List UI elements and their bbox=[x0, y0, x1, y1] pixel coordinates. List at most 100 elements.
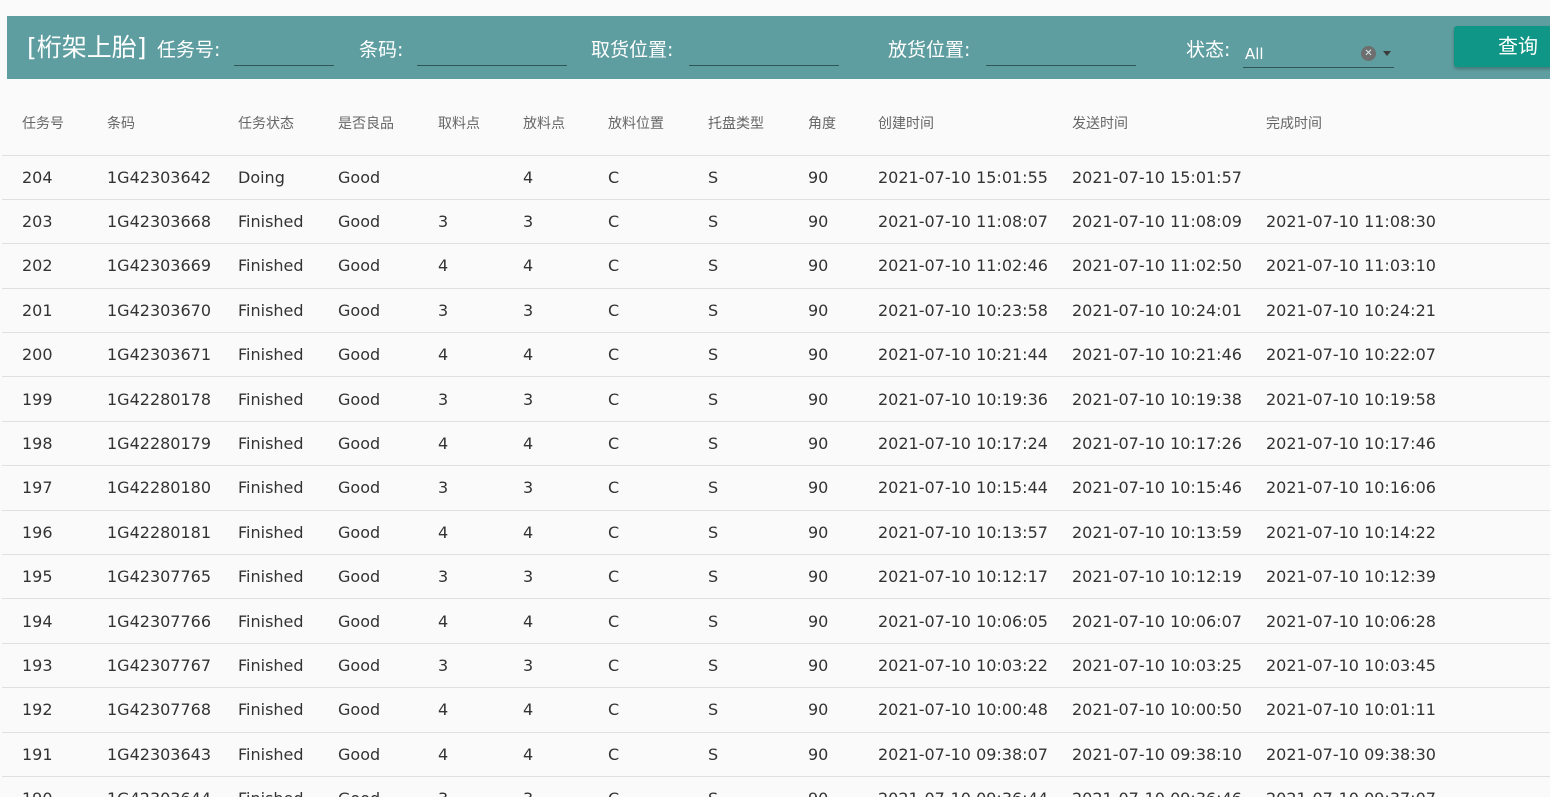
column-header-created-time[interactable]: 创建时间 bbox=[858, 92, 1052, 156]
cell-task-status: Finished bbox=[218, 332, 318, 378]
table-row[interactable]: 201 1G42303670 Finished Good 3 3 C S 90 2021-07-1… bbox=[2, 288, 1550, 334]
cell-sent-time: 2021-07-10 15:01:57 bbox=[1052, 155, 1246, 200]
table-row[interactable]: 197 1G42280180 Finished Good 3 3 C S 90 2021-07-1… bbox=[2, 465, 1550, 511]
table-row[interactable]: 193 1G42307767 Finished Good 3 3 C S 90 2021-07-1… bbox=[2, 643, 1550, 689]
barcode-input[interactable] bbox=[417, 43, 567, 66]
task-no-input[interactable] bbox=[234, 43, 334, 66]
cell-created-time: 2021-07-10 10:15:44 bbox=[858, 465, 1052, 511]
cell-drop-position: C bbox=[588, 332, 688, 378]
cell-task-no: 197 bbox=[2, 465, 87, 511]
column-header-drop-point[interactable]: 放料点 bbox=[503, 92, 588, 156]
table-row[interactable]: 199 1G42280178 Finished Good 3 3 C S 90 2021-07-1… bbox=[2, 376, 1550, 422]
dropoff-location-input[interactable] bbox=[986, 43, 1136, 66]
cell-drop-position: C bbox=[588, 732, 688, 777]
cell-sent-time: 2021-07-10 09:38:10 bbox=[1052, 732, 1246, 777]
table-row[interactable]: 202 1G42303669 Finished Good 4 4 C S 90 2021-07-1… bbox=[2, 243, 1550, 289]
cell-pallet-type: S bbox=[688, 243, 788, 289]
cell-drop-position: C bbox=[588, 421, 688, 467]
query-button-label: 查询 bbox=[1498, 34, 1538, 58]
cell-is-good: Good bbox=[318, 376, 418, 422]
clear-icon[interactable]: ✕ bbox=[1361, 46, 1376, 61]
cell-drop-point: 4 bbox=[503, 598, 588, 644]
cell-finished-time: 2021-07-10 10:01:11 bbox=[1246, 687, 1550, 733]
dropoff-location-label: 放货位置: bbox=[888, 39, 971, 61]
chevron-down-icon[interactable] bbox=[1383, 51, 1391, 56]
status-select[interactable]: All ✕ bbox=[1243, 41, 1394, 68]
cell-created-time: 2021-07-10 10:06:05 bbox=[858, 598, 1052, 644]
cell-created-time: 2021-07-10 10:13:57 bbox=[858, 510, 1052, 556]
cell-drop-position: C bbox=[588, 687, 688, 733]
column-header-task-no[interactable]: 任务号 bbox=[2, 92, 87, 156]
cell-sent-time: 2021-07-10 10:06:07 bbox=[1052, 598, 1246, 644]
cell-pickup-point: 4 bbox=[418, 243, 503, 289]
cell-barcode: 1G42280181 bbox=[87, 510, 218, 556]
cell-finished-time: 2021-07-10 09:37:07 bbox=[1246, 776, 1550, 797]
pickup-location-input[interactable] bbox=[689, 43, 839, 66]
table-row[interactable]: 203 1G42303668 Finished Good 3 3 C S 90 2021-07-1… bbox=[2, 199, 1550, 245]
cell-is-good: Good bbox=[318, 288, 418, 334]
cell-barcode: 1G42307767 bbox=[87, 643, 218, 689]
table-row[interactable]: 194 1G42307766 Finished Good 4 4 C S 90 2021-07-1… bbox=[2, 598, 1550, 644]
cell-task-status: Finished bbox=[218, 376, 318, 422]
cell-pickup-point: 3 bbox=[418, 643, 503, 689]
table-row[interactable]: 192 1G42307768 Finished Good 4 4 C S 90 2021-07-1… bbox=[2, 687, 1550, 733]
cell-task-no: 192 bbox=[2, 687, 87, 733]
column-header-task-status[interactable]: 任务状态 bbox=[218, 92, 318, 156]
table-row[interactable]: 196 1G42280181 Finished Good 4 4 C S 90 2021-07-1… bbox=[2, 510, 1550, 556]
cell-created-time: 2021-07-10 11:08:07 bbox=[858, 199, 1052, 245]
cell-angle: 90 bbox=[788, 376, 858, 422]
column-header-pallet-type[interactable]: 托盘类型 bbox=[688, 92, 788, 156]
pickup-location-label: 取货位置: bbox=[591, 39, 674, 61]
cell-drop-position: C bbox=[588, 776, 688, 797]
cell-created-time: 2021-07-10 09:36:44 bbox=[858, 776, 1052, 797]
cell-is-good: Good bbox=[318, 554, 418, 600]
cell-barcode: 1G42303671 bbox=[87, 332, 218, 378]
cell-angle: 90 bbox=[788, 243, 858, 289]
table-row[interactable]: 191 1G42303643 Finished Good 4 4 C S 90 2021-07-1… bbox=[2, 732, 1550, 777]
cell-drop-point: 3 bbox=[503, 554, 588, 600]
cell-is-good: Good bbox=[318, 776, 418, 797]
cell-pallet-type: S bbox=[688, 687, 788, 733]
cell-barcode: 1G42307768 bbox=[87, 687, 218, 733]
cell-is-good: Good bbox=[318, 732, 418, 777]
cell-pickup-point: 3 bbox=[418, 776, 503, 797]
cell-sent-time: 2021-07-10 10:21:46 bbox=[1052, 332, 1246, 378]
cell-angle: 90 bbox=[788, 510, 858, 556]
column-header-finished-time[interactable]: 完成时间 bbox=[1246, 92, 1550, 156]
cell-task-status: Finished bbox=[218, 199, 318, 245]
column-header-pickup-point[interactable]: 取料点 bbox=[418, 92, 503, 156]
cell-pallet-type: S bbox=[688, 510, 788, 556]
cell-pickup-point: 4 bbox=[418, 687, 503, 733]
filter-bar: [桁架上胎] 任务号: 条码: 取货位置: 放货位置: 状态: All ✕ 查询 bbox=[7, 16, 1550, 79]
task-table: 任务号 条码 任务状态 是否良品 取料点 放料点 放料位置 托盘类型 角度 创建… bbox=[2, 92, 1550, 797]
cell-is-good: Good bbox=[318, 643, 418, 689]
column-header-angle[interactable]: 角度 bbox=[788, 92, 858, 156]
cell-task-no: 202 bbox=[2, 243, 87, 289]
cell-task-status: Finished bbox=[218, 776, 318, 797]
task-no-label: 任务号: bbox=[157, 39, 221, 61]
table-row[interactable]: 200 1G42303671 Finished Good 4 4 C S 90 2021-07-1… bbox=[2, 332, 1550, 378]
cell-is-good: Good bbox=[318, 510, 418, 556]
column-header-drop-position[interactable]: 放料位置 bbox=[588, 92, 688, 156]
page-title: [桁架上胎] bbox=[27, 33, 147, 62]
cell-created-time: 2021-07-10 11:02:46 bbox=[858, 243, 1052, 289]
table-row[interactable]: 204 1G42303642 Doing Good 4 C S 90 2021-07-10 15… bbox=[2, 155, 1550, 200]
table-row[interactable]: 1901G42303644FinishedGood33CS902021-07-1… bbox=[2, 776, 1550, 797]
column-header-barcode[interactable]: 条码 bbox=[87, 92, 218, 156]
cell-sent-time: 2021-07-10 11:02:50 bbox=[1052, 243, 1246, 289]
cell-drop-point: 4 bbox=[503, 510, 588, 556]
cell-finished-time: 2021-07-10 10:17:46 bbox=[1246, 421, 1550, 467]
status-label: 状态: bbox=[1186, 39, 1231, 61]
cell-barcode: 1G42303642 bbox=[87, 155, 218, 200]
cell-drop-point: 4 bbox=[503, 332, 588, 378]
table-row[interactable]: 195 1G42307765 Finished Good 3 3 C S 90 2021-07-1… bbox=[2, 554, 1550, 600]
cell-pickup-point: 4 bbox=[418, 732, 503, 777]
column-header-sent-time[interactable]: 发送时间 bbox=[1052, 92, 1246, 156]
table-row[interactable]: 198 1G42280179 Finished Good 4 4 C S 90 2021-07-1… bbox=[2, 421, 1550, 467]
cell-barcode: 1G42303644 bbox=[87, 776, 218, 797]
cell-pickup-point: 3 bbox=[418, 554, 503, 600]
cell-finished-time: 2021-07-10 10:03:45 bbox=[1246, 643, 1550, 689]
query-button[interactable]: 查询 bbox=[1454, 26, 1550, 67]
cell-finished-time: 2021-07-10 10:22:07 bbox=[1246, 332, 1550, 378]
column-header-is-good[interactable]: 是否良品 bbox=[318, 92, 418, 156]
